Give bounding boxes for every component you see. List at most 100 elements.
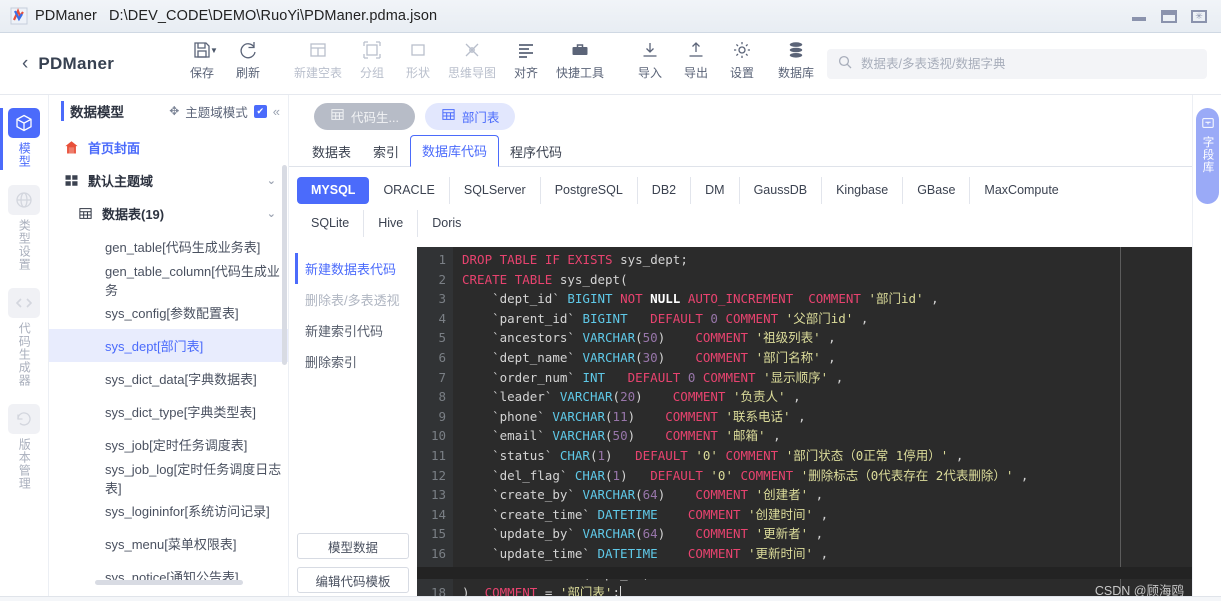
toolbar-button-refresh[interactable]: 刷新 xyxy=(225,39,271,81)
toolbar-button-group[interactable]: 分组 xyxy=(349,39,395,81)
template-item[interactable]: 新建数据表代码 xyxy=(295,253,417,284)
dialect-row-2: SQLite Hive Doris xyxy=(297,210,1192,237)
search-box[interactable] xyxy=(827,48,1207,79)
gutter-line-number: 7 xyxy=(438,369,446,385)
template-item[interactable]: 删除索引 xyxy=(295,346,417,377)
dialect-tab-MYSQL[interactable]: MYSQL xyxy=(297,177,370,204)
field-library-label: 字段库 xyxy=(1201,136,1214,174)
window-title-bar: PDManer D:\DEV_CODE\DEMO\RuoYi\PDManer.p… xyxy=(0,0,1221,33)
archive-icon xyxy=(1201,117,1214,132)
page-title: PDManer xyxy=(38,53,115,73)
left-nav-rail: 模型 类型设置 代码生成器 版本管理 xyxy=(0,95,49,601)
field-library-button[interactable]: 字段库 xyxy=(1196,108,1219,204)
chevron-down-icon[interactable]: ⌄ xyxy=(267,207,276,220)
dialect-tab-SQLServer[interactable]: SQLServer xyxy=(450,177,541,204)
toolbar-button-import[interactable]: 导入 xyxy=(627,39,673,81)
dialect-tab-DM[interactable]: DM xyxy=(691,177,740,204)
toolbar-button-align[interactable]: 对齐 xyxy=(503,39,549,81)
tree-node[interactable]: 首页封面 xyxy=(49,131,288,164)
chevron-down-icon[interactable]: ⌄ xyxy=(267,174,276,187)
dialect-tab-MaxCompute[interactable]: MaxCompute xyxy=(970,177,1072,204)
sub-tab-数据表[interactable]: 数据表 xyxy=(301,137,362,167)
gutter-line-number: 2 xyxy=(438,271,446,287)
window-app-name: PDManer xyxy=(35,8,97,24)
toolbar-button-save[interactable]: ▼ 保存 xyxy=(179,39,225,81)
gutter-line-number: 1 xyxy=(438,252,446,267)
template-button[interactable]: 模型数据 xyxy=(297,533,409,559)
rail-item-model[interactable]: 模型 xyxy=(7,108,41,168)
sql-code-editor[interactable]: 12345678910111213141516171819 DROP TABLE… xyxy=(417,247,1192,601)
tree-node[interactable]: sys_job[定时任务调度表] xyxy=(49,428,288,461)
tree-node[interactable]: sys_dict_data[字典数据表] xyxy=(49,362,288,395)
tree-node[interactable]: sys_logininfor[系统访问记录] xyxy=(49,494,288,527)
tree-node[interactable]: gen_table[代码生成业务表] xyxy=(49,230,288,263)
gutter-line-number: 14 xyxy=(430,506,446,522)
tree-node[interactable]: sys_dict_type[字典类型表] xyxy=(49,395,288,428)
toolbar-button-export[interactable]: 导出 xyxy=(673,39,719,81)
tree-node[interactable]: sys_dept[部门表] xyxy=(49,329,288,362)
toolbar-button-database[interactable]: 数据库 xyxy=(765,39,827,81)
toolbox-icon xyxy=(570,39,590,61)
editor-code-surface[interactable]: DROP TABLE IF EXISTS sys_dept; CREATE TA… xyxy=(453,247,1192,601)
collapse-panel-button[interactable]: « xyxy=(273,104,280,119)
dialect-tab-GaussDB[interactable]: GaussDB xyxy=(740,177,823,204)
toolbar-button-shape[interactable]: 形状 xyxy=(395,39,441,81)
document-tabs: 代码生... 部门表 xyxy=(289,95,1192,137)
export-icon xyxy=(686,39,706,61)
rail-item-code-gen[interactable]: 代码生成器 xyxy=(7,288,41,387)
sub-tab-索引[interactable]: 索引 xyxy=(362,137,410,167)
tree-vertical-scrollbar[interactable] xyxy=(282,165,287,365)
tree-node-label: sys_logininfor[系统访问记录] xyxy=(105,504,270,519)
maximize-button[interactable] xyxy=(1161,9,1177,23)
dialect-tab-DB2[interactable]: DB2 xyxy=(638,177,692,204)
entity-sub-tabs: 数据表 索引 数据库代码 程序代码 xyxy=(289,135,1192,167)
toolbar-button-new-table[interactable]: 新建空表 xyxy=(287,39,349,81)
close-button[interactable]: ✳ xyxy=(1191,9,1207,23)
move-icon[interactable]: ✥ xyxy=(169,104,179,118)
toolbar-button-quick-tools[interactable]: 快捷工具 xyxy=(549,39,611,81)
table-icon xyxy=(330,107,345,125)
gutter-line-number: 10 xyxy=(430,428,446,444)
rail-item-type-setup[interactable]: 类型设置 xyxy=(7,185,41,271)
rail-item-version[interactable]: 版本管理 xyxy=(7,404,41,490)
search-input[interactable] xyxy=(861,56,1196,71)
dialect-tab-SQLite[interactable]: SQLite xyxy=(297,210,365,237)
back-chevron-icon[interactable]: ‹ xyxy=(22,54,28,73)
toolbar-button-label: 新建空表 xyxy=(293,66,342,80)
document-tab[interactable]: 部门表 xyxy=(424,102,516,130)
tree-node[interactable]: 默认主题域 ⌄ xyxy=(49,164,288,197)
chevron-down-icon[interactable]: ▼ xyxy=(210,46,218,55)
template-button[interactable]: 编辑代码模板 xyxy=(297,567,409,593)
toolbar-button-mindmap[interactable]: 思维导图 xyxy=(441,39,503,81)
template-item[interactable]: 删除表/多表透视 xyxy=(295,284,417,315)
tree-horizontal-scrollbar[interactable] xyxy=(95,580,243,585)
window-controls: ✳ xyxy=(1131,9,1221,23)
dialect-tab-Doris[interactable]: Doris xyxy=(418,210,475,237)
tree-node[interactable]: sys_job_log[定时任务调度日志表] xyxy=(49,461,288,496)
tree-node[interactable]: sys_menu[菜单权限表] xyxy=(49,527,288,560)
dialect-tab-GBase[interactable]: GBase xyxy=(903,177,971,204)
document-tab[interactable]: 代码生... xyxy=(314,102,415,130)
tree-node[interactable]: sys_config[参数配置表] xyxy=(49,296,288,329)
dialect-tab-Hive[interactable]: Hive xyxy=(364,210,419,237)
minimize-button[interactable] xyxy=(1131,9,1147,23)
app-body: 模型 类型设置 代码生成器 版本管理 数据模型 ✥ 主题域模式 ✔ « 首页封面 xyxy=(0,95,1221,601)
dialect-tab-PostgreSQL[interactable]: PostgreSQL xyxy=(541,177,638,204)
dialect-tab-Kingbase[interactable]: Kingbase xyxy=(822,177,904,204)
sub-tab-程序代码[interactable]: 程序代码 xyxy=(499,137,573,167)
subject-mode-checkbox[interactable]: ✔ xyxy=(253,104,267,118)
gutter-line-number: 16 xyxy=(430,545,446,561)
search-icon xyxy=(838,55,852,72)
main-toolbar: ▼ 保存 刷新 新建空表 分组 形状 思维导图 对齐 快捷工具 导入 导出 设置… xyxy=(179,33,827,94)
tree-node-label: gen_table_column[代码生成业务 xyxy=(105,263,280,298)
app-logo-icon xyxy=(10,7,28,25)
toolbar-button-settings[interactable]: 设置 xyxy=(719,39,765,81)
toolbar-button-label: 快捷工具 xyxy=(555,66,604,80)
tree-node[interactable]: gen_table_column[代码生成业务 xyxy=(49,263,288,298)
sub-tab-数据库代码[interactable]: 数据库代码 xyxy=(410,135,500,167)
gutter-line-number: 5 xyxy=(438,330,446,346)
tree-node[interactable]: 数据表(19) ⌄ xyxy=(49,197,288,230)
dialect-tab-ORACLE[interactable]: ORACLE xyxy=(369,177,450,204)
code-icon xyxy=(8,288,40,318)
template-item[interactable]: 新建索引代码 xyxy=(295,315,417,346)
